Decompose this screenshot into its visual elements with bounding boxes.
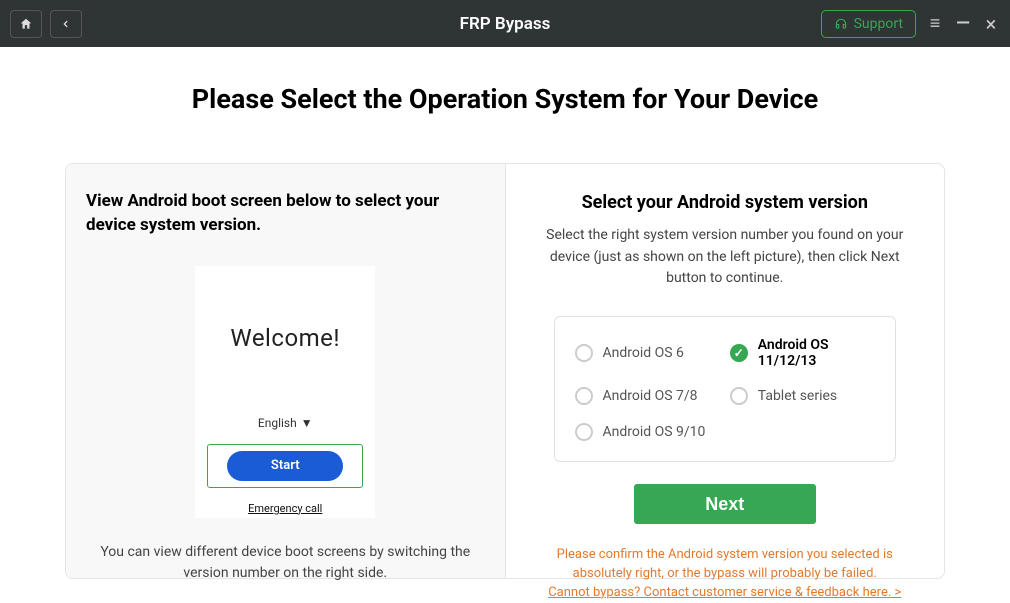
- right-subtext: Select the right system version number y…: [526, 225, 925, 290]
- left-note: You can view different device boot scree…: [86, 542, 485, 585]
- phone-emergency-link: Emergency call: [248, 502, 322, 515]
- back-button[interactable]: [50, 10, 82, 38]
- phone-preview: Welcome! English ▼ Start Emergency call: [195, 266, 375, 518]
- phone-start-button: Start: [227, 451, 343, 481]
- option-label: Android OS 11/12/13: [758, 337, 875, 369]
- option-android-9-10[interactable]: Android OS 9/10: [575, 423, 720, 441]
- option-tablet-series[interactable]: Tablet series: [730, 387, 875, 405]
- option-android-7-8[interactable]: Android OS 7/8: [575, 387, 720, 405]
- right-panel: Select your Android system version Selec…: [506, 164, 945, 578]
- left-heading: View Android boot screen below to select…: [86, 190, 485, 238]
- option-label: Android OS 6: [603, 345, 684, 361]
- radio-icon: [575, 387, 593, 405]
- minimize-icon[interactable]: —: [954, 13, 972, 34]
- radio-icon: [575, 344, 593, 362]
- close-icon[interactable]: ×: [982, 12, 1000, 36]
- chevron-left-icon: [61, 18, 71, 30]
- option-label: Android OS 7/8: [603, 388, 698, 404]
- version-options: Android OS 6 Android OS 11/12/13 Android…: [554, 316, 897, 462]
- page-title: Please Select the Operation System for Y…: [0, 83, 1010, 115]
- warning-text: Please confirm the Android system versio…: [526, 546, 925, 603]
- left-panel: View Android boot screen below to select…: [66, 164, 506, 578]
- window-controls: ≡ — ×: [926, 12, 1000, 36]
- radio-icon: [730, 387, 748, 405]
- support-button[interactable]: Support: [821, 10, 916, 38]
- phone-welcome-text: Welcome!: [230, 324, 340, 352]
- feedback-link[interactable]: Cannot bypass? Contact customer service …: [548, 585, 901, 600]
- warning-message: Please confirm the Android system versio…: [557, 547, 893, 581]
- titlebar: FRP Bypass Support ≡ — ×: [0, 0, 1010, 47]
- option-android-11-12-13[interactable]: Android OS 11/12/13: [730, 337, 875, 369]
- window-title: FRP Bypass: [460, 14, 551, 34]
- home-button[interactable]: [10, 10, 42, 38]
- panels: View Android boot screen below to select…: [65, 163, 945, 579]
- radio-checked-icon: [730, 344, 748, 362]
- menu-icon[interactable]: ≡: [926, 13, 944, 34]
- phone-start-highlight: Start: [207, 444, 363, 488]
- phone-language-label: English: [258, 416, 297, 430]
- option-android-6[interactable]: Android OS 6: [575, 337, 720, 369]
- titlebar-left: [10, 10, 82, 38]
- chevron-down-icon: ▼: [301, 416, 313, 430]
- right-heading: Select your Android system version: [526, 192, 925, 213]
- support-label: Support: [854, 16, 903, 32]
- headset-icon: [834, 17, 848, 31]
- titlebar-right: Support ≡ — ×: [821, 10, 1000, 38]
- option-label: Tablet series: [758, 388, 837, 404]
- radio-icon: [575, 423, 593, 441]
- option-label: Android OS 9/10: [603, 424, 706, 440]
- home-icon: [19, 17, 33, 31]
- next-button[interactable]: Next: [634, 484, 816, 524]
- phone-language-selector: English ▼: [258, 416, 313, 430]
